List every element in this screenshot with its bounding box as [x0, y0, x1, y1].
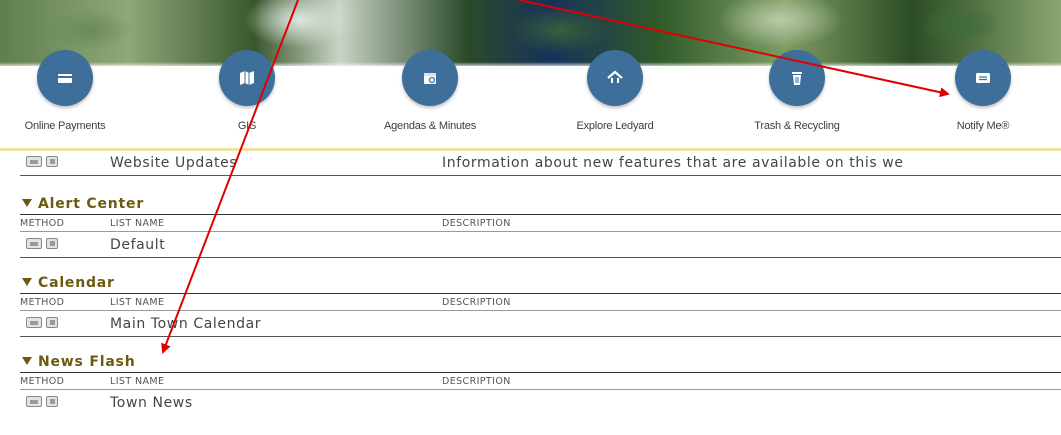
list-row: Default: [20, 232, 1061, 258]
list-name[interactable]: Main Town Calendar: [110, 316, 261, 332]
list-name[interactable]: Website Updates: [110, 155, 237, 171]
section-header-calendar[interactable]: Calendar: [20, 272, 1061, 294]
collapse-triangle-icon: [22, 277, 32, 286]
quick-link-label: GIS: [237, 120, 257, 132]
quick-link-label: Notify Me®: [956, 120, 1010, 132]
collapse-triangle-icon: [22, 198, 32, 207]
quick-links-bar: Online Payments GIS Agendas & Minutes Ex…: [0, 50, 1061, 150]
column-method: METHOD: [20, 297, 65, 308]
list-name[interactable]: Town News: [110, 395, 193, 411]
quick-link-notify-me[interactable]: Notify Me®: [908, 50, 1058, 150]
method-icons: [26, 156, 58, 167]
list-row-website-updates: Website Updates Information about new fe…: [20, 150, 1061, 176]
credit-card-icon: [37, 50, 93, 106]
home-icon: [587, 50, 643, 106]
quick-link-label: Online Payments: [24, 120, 106, 132]
column-method: METHOD: [20, 218, 65, 229]
email-subscribe-icon[interactable]: [26, 317, 42, 328]
column-method: METHOD: [20, 376, 65, 387]
column-description: DESCRIPTION: [442, 376, 511, 387]
section-title: Alert Center: [20, 196, 144, 212]
collapse-triangle-icon: [22, 356, 32, 365]
calendar-icon: [402, 50, 458, 106]
map-icon: [219, 50, 275, 106]
email-subscribe-icon[interactable]: [26, 156, 42, 167]
sms-subscribe-icon[interactable]: [46, 396, 58, 407]
column-list-name: LIST NAME: [110, 297, 165, 308]
email-subscribe-icon[interactable]: [26, 238, 42, 249]
sms-subscribe-icon[interactable]: [46, 317, 58, 328]
column-headers: METHOD LIST NAME DESCRIPTION: [20, 294, 1061, 311]
email-subscribe-icon[interactable]: [26, 396, 42, 407]
quick-link-label: Explore Ledyard: [576, 120, 654, 132]
column-description: DESCRIPTION: [442, 218, 511, 229]
column-headers: METHOD LIST NAME DESCRIPTION: [20, 373, 1061, 390]
sms-subscribe-icon[interactable]: [46, 238, 58, 249]
column-description: DESCRIPTION: [442, 297, 511, 308]
column-list-name: LIST NAME: [110, 376, 165, 387]
list-row: Main Town Calendar: [20, 311, 1061, 337]
section-title: Calendar: [20, 275, 115, 291]
quick-link-explore-ledyard[interactable]: Explore Ledyard: [540, 50, 690, 150]
list-row: Town News: [20, 390, 1061, 416]
envelope-icon: [955, 50, 1011, 106]
quick-link-online-payments[interactable]: Online Payments: [0, 50, 140, 150]
column-list-name: LIST NAME: [110, 218, 165, 229]
quick-link-label: Agendas & Minutes: [384, 120, 476, 132]
section-header-alert-center[interactable]: Alert Center: [20, 193, 1061, 215]
trash-icon: [769, 50, 825, 106]
quick-link-agendas-minutes[interactable]: Agendas & Minutes: [355, 50, 505, 150]
notify-me-lists: Website Updates Information about new fe…: [20, 150, 1061, 416]
section-title: News Flash: [20, 354, 135, 370]
column-headers: METHOD LIST NAME DESCRIPTION: [20, 215, 1061, 232]
method-icons: [26, 317, 58, 328]
list-name[interactable]: Default: [110, 237, 165, 253]
list-description: Information about new features that are …: [442, 154, 904, 171]
quick-link-trash-recycling[interactable]: Trash & Recycling: [722, 50, 872, 150]
method-icons: [26, 396, 58, 407]
section-header-news-flash[interactable]: News Flash: [20, 351, 1061, 373]
sms-subscribe-icon[interactable]: [46, 156, 58, 167]
method-icons: [26, 238, 58, 249]
quick-link-gis[interactable]: GIS: [172, 50, 322, 150]
quick-link-label: Trash & Recycling: [754, 120, 840, 132]
